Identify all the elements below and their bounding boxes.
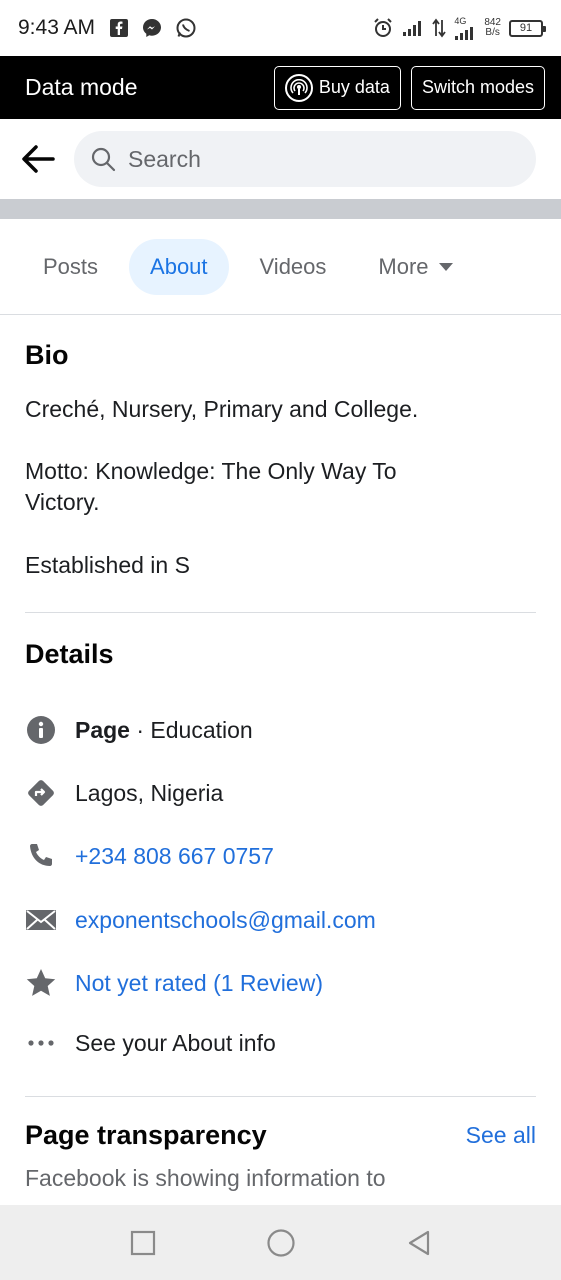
switch-modes-button[interactable]: Switch modes xyxy=(410,65,545,110)
phone-link: +234 808 667 0757 xyxy=(75,842,274,869)
recents-button[interactable] xyxy=(128,1228,158,1258)
battery-level: 91 xyxy=(519,22,533,34)
data-mode-title: Data mode xyxy=(25,74,138,100)
tab-more[interactable]: More xyxy=(357,239,473,295)
triangle-back-icon xyxy=(408,1230,429,1255)
net-speed-unit: B/s xyxy=(485,27,500,38)
buy-data-label: Buy data xyxy=(318,77,390,97)
home-button[interactable] xyxy=(266,1228,296,1258)
page-label: Page xyxy=(75,716,130,743)
bio-section: Bio xyxy=(25,340,536,371)
tab-more-label: More xyxy=(378,253,429,279)
page-transparency-header: Page transparency See all xyxy=(25,1120,536,1151)
about-info-text: See your About info xyxy=(75,1029,276,1056)
info-icon xyxy=(25,714,57,746)
profile-tabs: Posts About Videos More xyxy=(0,219,561,315)
tab-posts-label: Posts xyxy=(43,253,99,279)
cover-divider xyxy=(0,199,561,219)
bio-line-3: Victory. xyxy=(25,489,100,515)
net-speed: 842 B/s xyxy=(484,18,501,38)
circle-icon xyxy=(266,1228,295,1257)
detail-email[interactable]: exponentschools@gmail.com xyxy=(25,900,536,940)
network-4g-icon: 4G xyxy=(454,15,476,40)
tab-about-label: About xyxy=(150,253,208,279)
tab-about[interactable]: About xyxy=(129,238,229,295)
phone-icon xyxy=(25,840,57,872)
facebook-icon xyxy=(109,18,129,38)
divider xyxy=(25,1096,536,1097)
back-button[interactable] xyxy=(18,139,58,179)
see-all-link[interactable]: See all xyxy=(466,1122,536,1149)
back-arrow-icon xyxy=(22,145,55,173)
detail-phone[interactable]: +234 808 667 0757 xyxy=(25,836,536,876)
tab-posts[interactable]: Posts xyxy=(22,239,119,295)
system-icons: 4G 842 B/s 91 xyxy=(372,15,546,40)
data-mode-bar: Data mode Buy data Switch modes xyxy=(0,56,561,119)
divider xyxy=(25,612,536,613)
star-icon xyxy=(25,967,57,999)
page-transparency-description: Facebook is showing information to xyxy=(25,1165,386,1191)
notification-icons xyxy=(109,17,197,39)
location-text: Lagos, Nigeria xyxy=(75,779,224,806)
more-dots-icon xyxy=(25,1027,57,1059)
tab-videos-label: Videos xyxy=(259,253,327,279)
battery-icon: 91 xyxy=(509,19,546,37)
back-nav-button[interactable] xyxy=(404,1228,434,1258)
alarm-icon xyxy=(372,17,394,39)
system-nav-bar xyxy=(0,1205,561,1280)
search-row: Search xyxy=(0,119,561,199)
directions-icon xyxy=(25,777,57,809)
caret-down-icon xyxy=(438,262,453,271)
email-link: exponentschools@gmail.com xyxy=(75,906,376,933)
bio-heading: Bio xyxy=(25,340,69,370)
broadcast-icon xyxy=(284,73,313,102)
buy-data-button[interactable]: Buy data xyxy=(273,65,401,110)
detail-about-info[interactable]: See your About info xyxy=(25,1023,536,1063)
bio-line-2: Motto: Knowledge: The Only Way To xyxy=(25,458,397,484)
signal-icon xyxy=(402,20,424,36)
network-type: 4G xyxy=(454,15,467,26)
messenger-icon xyxy=(141,17,163,39)
status-time: 9:43 AM xyxy=(18,16,96,39)
search-input[interactable]: Search xyxy=(74,131,536,187)
bio-line-4: Established in S xyxy=(25,552,190,578)
rating-link: Not yet rated (1 Review) xyxy=(75,969,323,996)
detail-page-category: Page · Education xyxy=(25,710,536,750)
page-category-text: Page · Education xyxy=(75,717,253,744)
search-icon xyxy=(91,147,116,172)
page-category: · Education xyxy=(129,716,253,743)
data-transfer-icon xyxy=(432,18,447,38)
envelope-icon xyxy=(25,904,57,936)
details-heading: Details xyxy=(25,639,114,669)
square-icon xyxy=(130,1230,155,1255)
detail-rating[interactable]: Not yet rated (1 Review) xyxy=(25,963,536,1003)
bio-line-1: Creché, Nursery, Primary and College. xyxy=(25,396,419,422)
detail-location[interactable]: Lagos, Nigeria xyxy=(25,773,536,813)
status-bar: 9:43 AM 4G 842 B/s 91 xyxy=(0,0,561,56)
page-transparency-heading: Page transparency xyxy=(25,1120,267,1150)
whatsapp-icon xyxy=(175,17,197,39)
switch-modes-label: Switch modes xyxy=(421,77,534,97)
search-placeholder: Search xyxy=(128,145,201,172)
tab-videos[interactable]: Videos xyxy=(239,239,348,295)
